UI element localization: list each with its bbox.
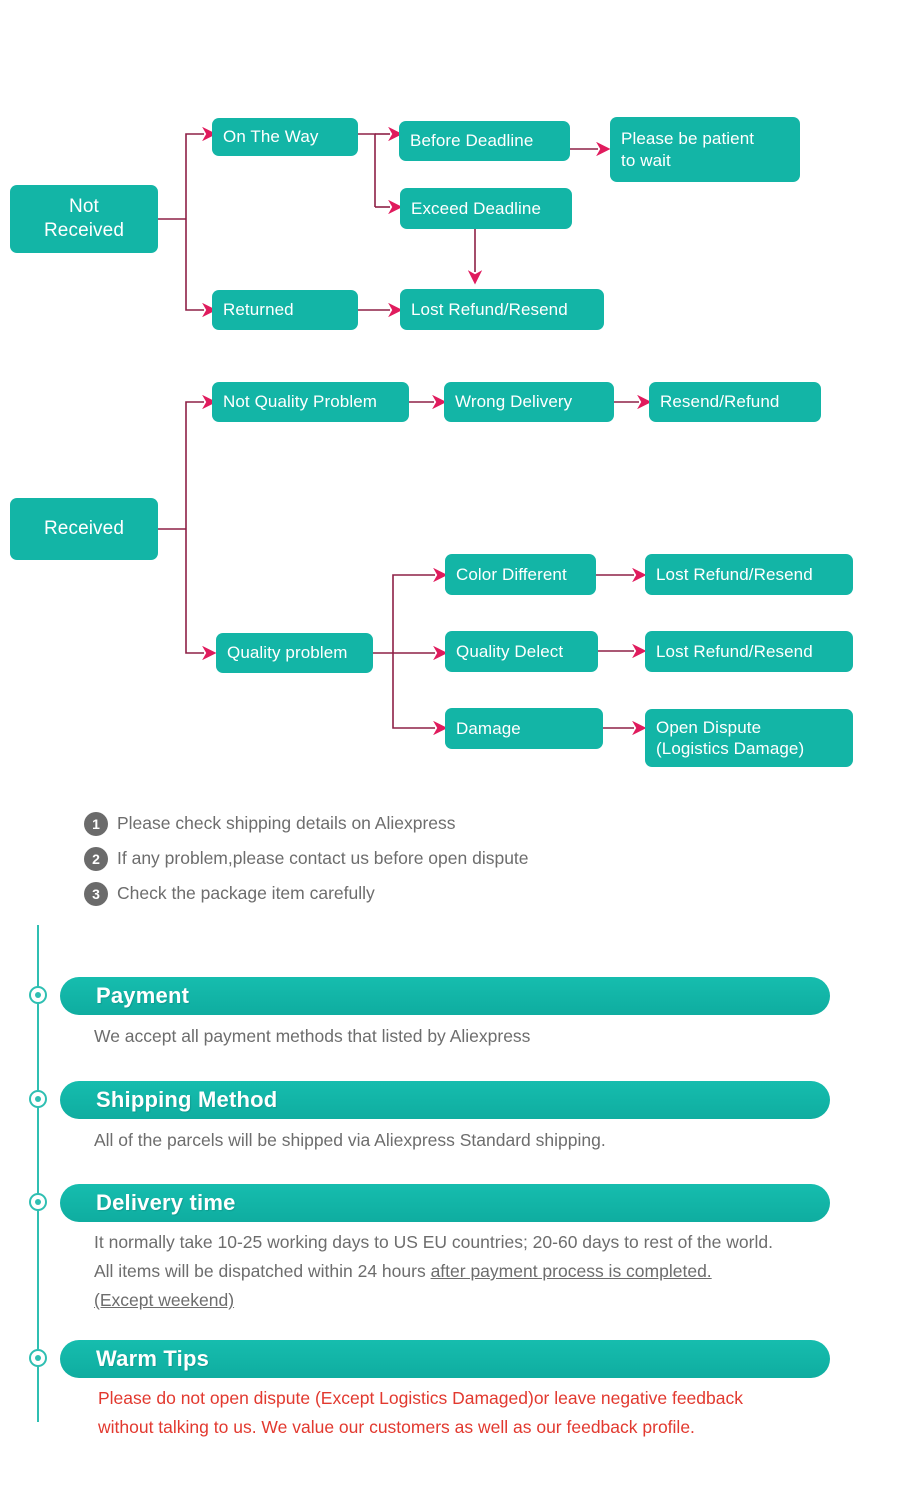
section-body-shipping-method: All of the parcels will be shipped via A… [94,1130,606,1150]
node-on-the-way[interactable]: On The Way [212,118,358,156]
delivery-line-1: It normally take 10-25 working days to U… [94,1232,773,1252]
node-please-be-patient[interactable]: Please be patient to wait [610,117,800,182]
warm-tips-line-2: without talking to us. We value our cust… [98,1417,695,1437]
edge-received-qualityproblem [185,529,217,661]
note-number-badge: 1 [84,811,108,836]
timeline-dot-payment [29,986,47,1004]
note-number-badge: 2 [84,846,108,871]
section-body-warm-tips: Please do not open dispute (Except Logis… [98,1384,888,1442]
node-color-different[interactable]: Color Different [445,554,596,595]
node-wrong-delivery[interactable]: Wrong Delivery [444,382,614,422]
node-not-quality-problem[interactable]: Not Quality Problem [212,382,409,422]
timeline-dot-warm-tips [29,1349,47,1367]
section-heading-shipping-method[interactable]: Shipping Method [60,1081,830,1119]
timeline-dot-shipping-method [29,1090,47,1108]
note-text: Please check shipping details on Aliexpr… [117,813,456,833]
list-item: 3 Check the package item carefully [84,876,844,911]
node-resend-refund[interactable]: Resend/Refund [649,382,821,422]
list-item: 2 If any problem,please contact us befor… [84,841,844,876]
edge-received-notqualityproblem [185,394,217,529]
section-body-delivery-time: It normally take 10-25 working days to U… [94,1228,884,1315]
node-received[interactable]: Received [10,498,158,560]
note-text: If any problem,please contact us before … [117,848,529,868]
edge-qualityproblem-colordifferent [392,567,448,653]
node-damage[interactable]: Damage [445,708,603,749]
node-open-dispute[interactable]: Open Dispute (Logistics Damage) [645,709,853,767]
node-returned[interactable]: Returned [212,290,358,330]
note-number-badge: 3 [84,881,108,906]
policy-sections: Payment We accept all payment methods th… [0,925,900,1455]
timeline-dot-delivery-time [29,1193,47,1211]
node-not-received[interactable]: Not Received [10,185,158,253]
node-quality-delect[interactable]: Quality Delect [445,631,598,672]
section-heading-payment[interactable]: Payment [60,977,830,1015]
node-exceed-deadline[interactable]: Exceed Deadline [400,188,572,229]
node-lost-refund-resend-2[interactable]: Lost Refund/Resend [645,554,853,595]
node-quality-problem[interactable]: Quality problem [216,633,373,673]
section-body-payment: We accept all payment methods that liste… [94,1026,531,1046]
dispute-flowchart: Not Received On The Way Before Deadline … [0,0,900,790]
section-heading-warm-tips[interactable]: Warm Tips [60,1340,830,1378]
node-lost-refund-resend-3[interactable]: Lost Refund/Resend [645,631,853,672]
note-text: Check the package item carefully [117,883,375,903]
list-item: 1 Please check shipping details on Aliex… [84,806,844,841]
delivery-line-2-plain: All items will be dispatched within 24 h… [94,1261,431,1281]
node-lost-refund-resend-1[interactable]: Lost Refund/Resend [400,289,604,330]
edge-ontheway-trunk [358,133,376,207]
node-before-deadline[interactable]: Before Deadline [399,121,570,161]
edge-notreceived-returned [185,219,217,318]
section-heading-delivery-time[interactable]: Delivery time [60,1184,830,1222]
warm-tips-line-1: Please do not open dispute (Except Logis… [98,1388,743,1408]
numbered-notes-list: 1 Please check shipping details on Aliex… [84,806,844,911]
edge-notreceived-ontheway [185,126,217,219]
delivery-line-3-underlined: (Except weekend) [94,1290,235,1310]
edge-qualityproblem-damage [392,653,448,736]
delivery-line-2-underlined: after payment process is completed. [430,1261,712,1281]
